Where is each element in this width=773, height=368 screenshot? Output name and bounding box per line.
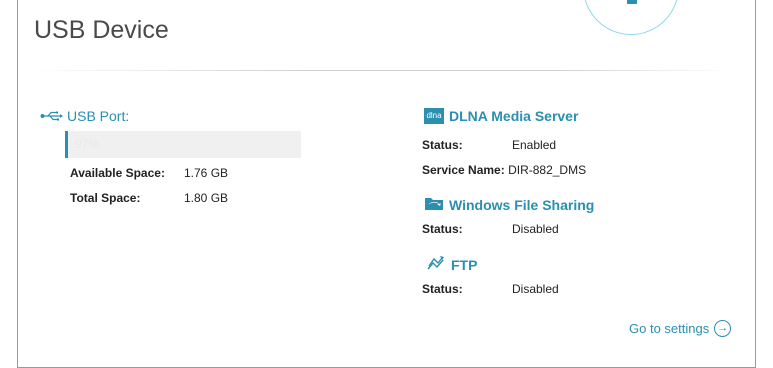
- dlna-service-name-row: Service Name: DIR-882_DMS: [422, 163, 586, 177]
- ftp-status-row: Status: Disabled: [422, 282, 559, 296]
- ftp-title: FTP: [451, 256, 478, 273]
- total-space-label: Total Space:: [70, 191, 141, 205]
- ftp-icon: [426, 254, 446, 275]
- available-space-value: 1.76 GB: [184, 166, 229, 180]
- available-space-row: Available Space: 1.76 GB: [70, 166, 228, 180]
- page-title: USB Device: [34, 16, 169, 44]
- available-space-label: Available Space:: [70, 166, 165, 180]
- dlna-status-label: Status:: [422, 138, 463, 152]
- dlna-status-row: Status: Enabled: [422, 138, 556, 152]
- ftp-heading: FTP: [426, 254, 477, 275]
- windows-file-sharing-heading: Windows File Sharing: [424, 195, 594, 214]
- usb-port-label: USB Port:: [67, 108, 130, 124]
- total-space-value: 1.80 GB: [184, 191, 229, 205]
- usb-icon: [40, 111, 64, 121]
- usb-device-panel: [17, 0, 756, 368]
- dlna-service-name-value: DIR-882_DMS: [508, 163, 587, 177]
- dlna-service-name-label: Service Name:: [422, 163, 505, 177]
- dlna-heading: dlna DLNA Media Server: [424, 108, 578, 124]
- total-space-row: Total Space: 1.80 GB: [70, 191, 228, 205]
- arrow-right-circle-icon[interactable]: →: [714, 320, 732, 337]
- top-circle-nub: [627, 0, 637, 4]
- usb-usage-text: 97%: [75, 137, 100, 151]
- dlna-title: DLNA Media Server: [449, 108, 579, 124]
- ftp-status-label: Status:: [422, 282, 463, 296]
- folder-icon: [424, 195, 444, 214]
- dlna-icon: dlna: [424, 108, 444, 124]
- go-to-settings-label[interactable]: Go to settings: [629, 321, 709, 336]
- usb-usage-fill: [65, 131, 294, 158]
- go-to-settings-link[interactable]: Go to settings →: [629, 320, 732, 337]
- smb-status-label: Status:: [422, 222, 463, 236]
- title-divider: [30, 70, 730, 71]
- smb-status-row: Status: Disabled: [422, 222, 559, 236]
- windows-file-sharing-title: Windows File Sharing: [449, 196, 595, 213]
- ftp-status-value: Disabled: [512, 282, 559, 296]
- usb-port-heading: USB Port:: [40, 108, 129, 124]
- dlna-status-value: Enabled: [512, 138, 557, 152]
- smb-status-value: Disabled: [512, 222, 559, 236]
- top-circle-decoration: [583, 0, 679, 35]
- usb-usage-bar: 97%: [65, 131, 301, 158]
